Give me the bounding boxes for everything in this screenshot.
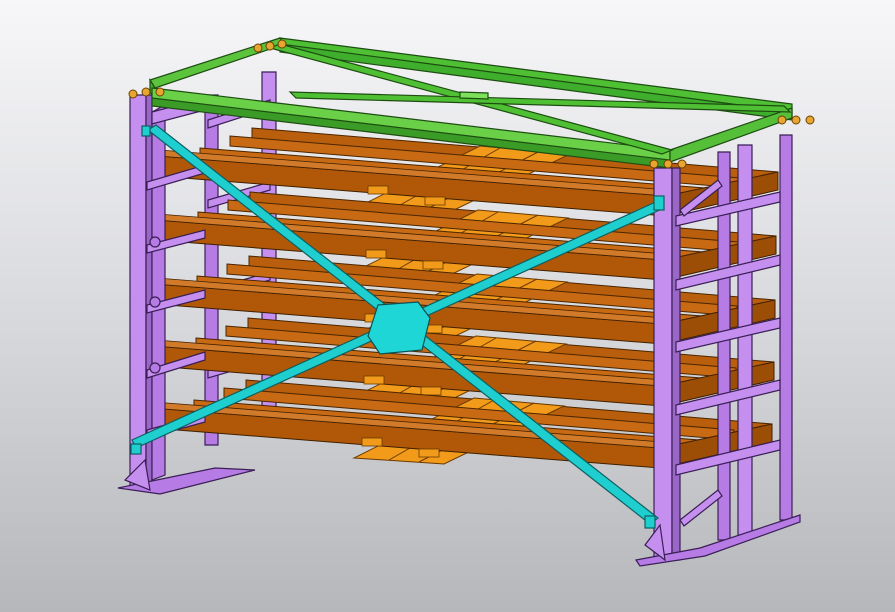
center-gusset-plate xyxy=(367,301,431,355)
cad-viewport[interactable] xyxy=(0,0,895,612)
rack-model[interactable] xyxy=(0,0,895,612)
